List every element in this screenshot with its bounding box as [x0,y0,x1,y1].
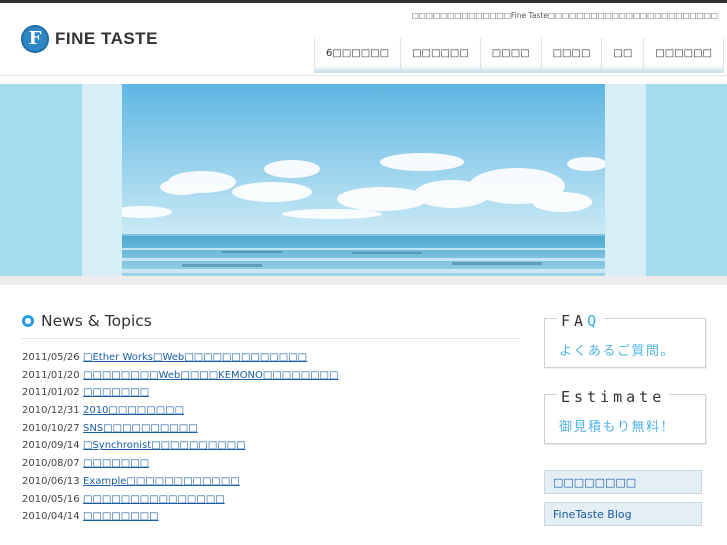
list-item: 2011/01/02 □□□□□□□ [22,387,520,405]
hero-banner [0,84,727,276]
news-date: 2011/01/20 [22,369,80,381]
list-item: 2010/05/16 □□□□□□□□□□□□□□□ [22,494,520,512]
news-link[interactable]: □□□□□□□□ [83,511,159,529]
news-title: News & Topics [41,312,152,330]
nav-item-4[interactable]: □□□□ [540,38,602,73]
news-date: 2011/01/02 [22,387,80,399]
news-date: 2010/08/07 [22,458,80,470]
sidebar-link-1[interactable]: □□□□□□□□ [544,470,702,494]
logo-text: FINE TASTE [55,29,158,48]
estimate-title: Estimate [557,388,670,406]
faq-subtitle: よくあるご質問。 [559,344,676,359]
list-item: 2010/12/31 2010□□□□□□□□ [22,405,520,423]
faq-title: FA [561,312,588,330]
news-link[interactable]: □Ether Works□Web□□□□□□□□□□□□□ [83,352,307,370]
logo-icon: F [21,25,49,53]
news-date: 2010/09/14 [22,440,80,452]
faq-banner[interactable]: FAQ よくあるご質問。 [544,312,706,368]
news-list: 2011/05/26 □Ether Works□Web□□□□□□□□□□□□□ … [22,352,520,529]
news-link[interactable]: □Synchronist□□□□□□□□□□ [83,440,246,458]
logo[interactable]: F FINE TASTE [21,24,158,54]
nav-item-3[interactable]: □□□□ [479,38,541,73]
hero-image [122,84,605,276]
news-date: 2010/10/27 [22,422,80,434]
news-link[interactable]: 2010□□□□□□□□ [83,405,184,423]
nav-item-6[interactable]: □□□□□□ [643,38,724,73]
news-link[interactable]: □□□□□□□□Web□□□□KEMONO□□□□□□□□ [83,370,339,388]
news-bullet-icon [22,315,34,327]
news-link[interactable]: SNS□□□□□□□□□□ [83,423,198,441]
news-link[interactable]: Example□□□□□□□□□□□□ [83,476,240,494]
news-date: 2010/06/13 [22,475,80,487]
news-date: 2010/05/16 [22,493,80,505]
tagline: □□□□□□□□□□□□□□Fine Taste□□□□□□□□□□□□□□□□… [411,11,718,20]
nav-item-2[interactable]: □□□□□□ [400,38,480,73]
news-date: 2010/04/14 [22,511,80,523]
nav-item-1[interactable]: 6□□□□□□ [314,38,401,73]
faq-title-accent: Q [587,312,601,330]
list-item: 2010/08/07 □□□□□□□ [22,458,520,476]
main-nav: 6□□□□□□ □□□□□□ □□□□ □□□□ □□ □□□□□□ [314,38,724,73]
news-date: 2011/05/26 [22,352,80,363]
sidebar-link-blog[interactable]: FineTaste Blog [544,502,702,526]
list-item: 2011/05/26 □Ether Works□Web□□□□□□□□□□□□□ [22,352,520,370]
header: F FINE TASTE □□□□□□□□□□□□□□Fine Taste□□□… [0,3,727,76]
list-item: 2010/06/13 Example□□□□□□□□□□□□ [22,476,520,494]
news-section: News & Topics 2011/05/26 □Ether Works□Web… [22,310,520,529]
news-link[interactable]: □□□□□□□ [83,458,149,476]
list-item: 2010/09/14 □Synchronist□□□□□□□□□□ [22,440,520,458]
estimate-subtitle: 御見積もり無料！ [559,420,676,435]
list-item: 2010/04/14 □□□□□□□□ [22,511,520,529]
list-item: 2011/01/20 □□□□□□□□Web□□□□KEMONO□□□□□□□□ [22,370,520,388]
estimate-banner[interactable]: Estimate 御見積もり無料！ [544,388,706,444]
news-date: 2010/12/31 [22,405,80,417]
list-item: 2010/10/27 SNS□□□□□□□□□□ [22,423,520,441]
news-link[interactable]: □□□□□□□ [83,387,149,405]
sidebar: FAQ よくあるご質問。 Estimate 御見積もり無料！ □□□□□□□□ … [544,312,706,526]
news-link[interactable]: □□□□□□□□□□□□□□□ [83,494,225,512]
nav-item-5[interactable]: □□ [601,38,644,73]
